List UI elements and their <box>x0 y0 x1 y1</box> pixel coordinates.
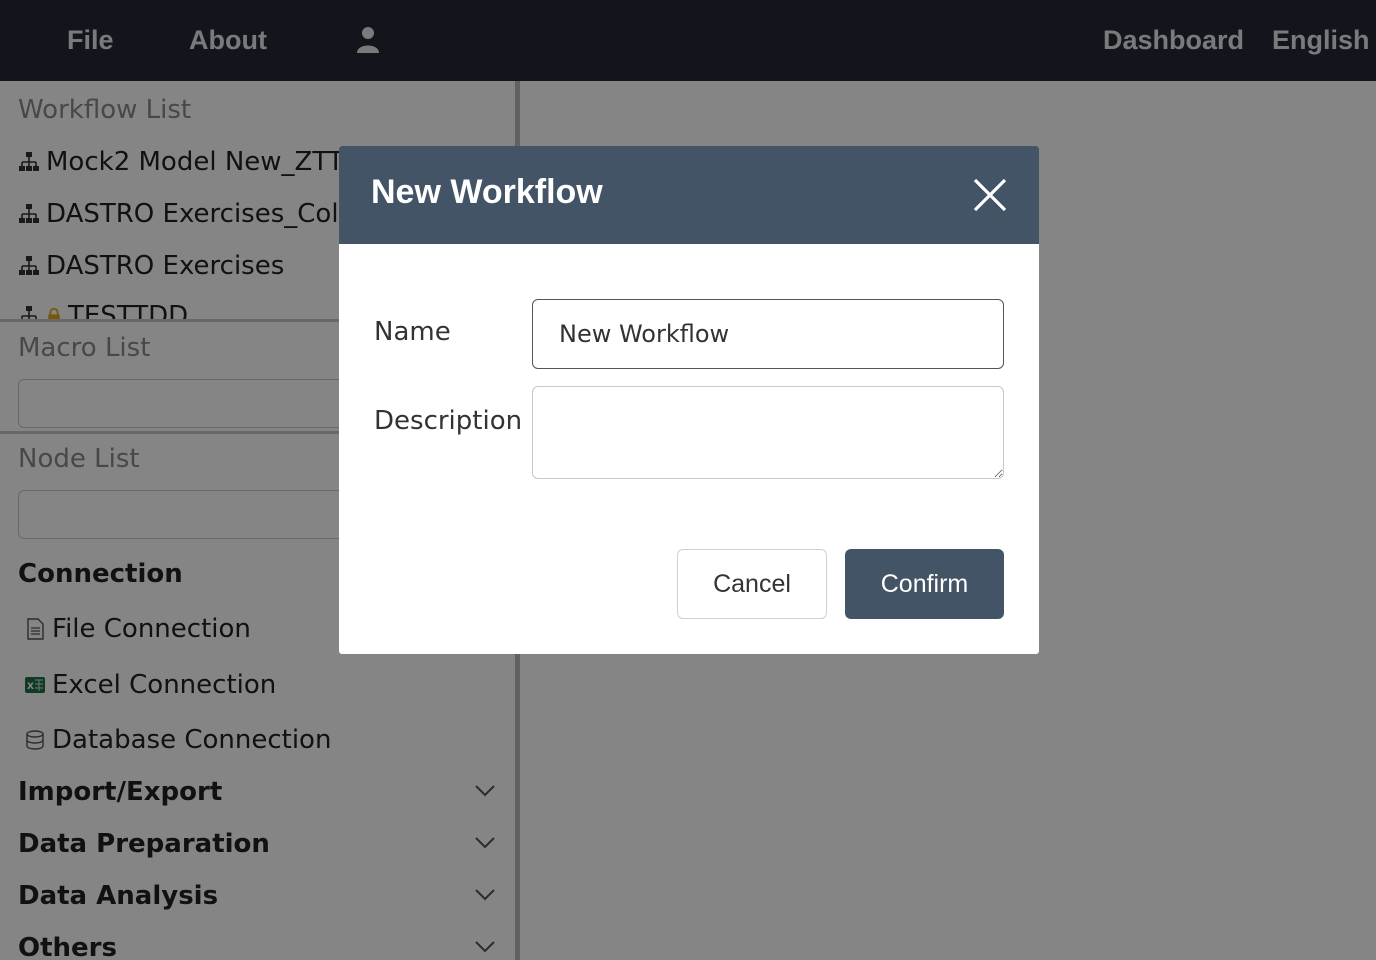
name-label: Name <box>374 317 451 347</box>
confirm-button[interactable]: Confirm <box>845 549 1004 619</box>
cancel-button[interactable]: Cancel <box>677 549 827 619</box>
dialog-header: New Workflow <box>339 146 1039 244</box>
description-label: Description <box>374 406 523 436</box>
close-icon[interactable] <box>973 178 1007 212</box>
description-textarea[interactable] <box>532 386 1004 479</box>
dialog-title: New Workflow <box>371 173 603 211</box>
new-workflow-dialog: New Workflow Name Description Cancel Con… <box>339 146 1039 654</box>
name-input[interactable] <box>532 299 1004 369</box>
